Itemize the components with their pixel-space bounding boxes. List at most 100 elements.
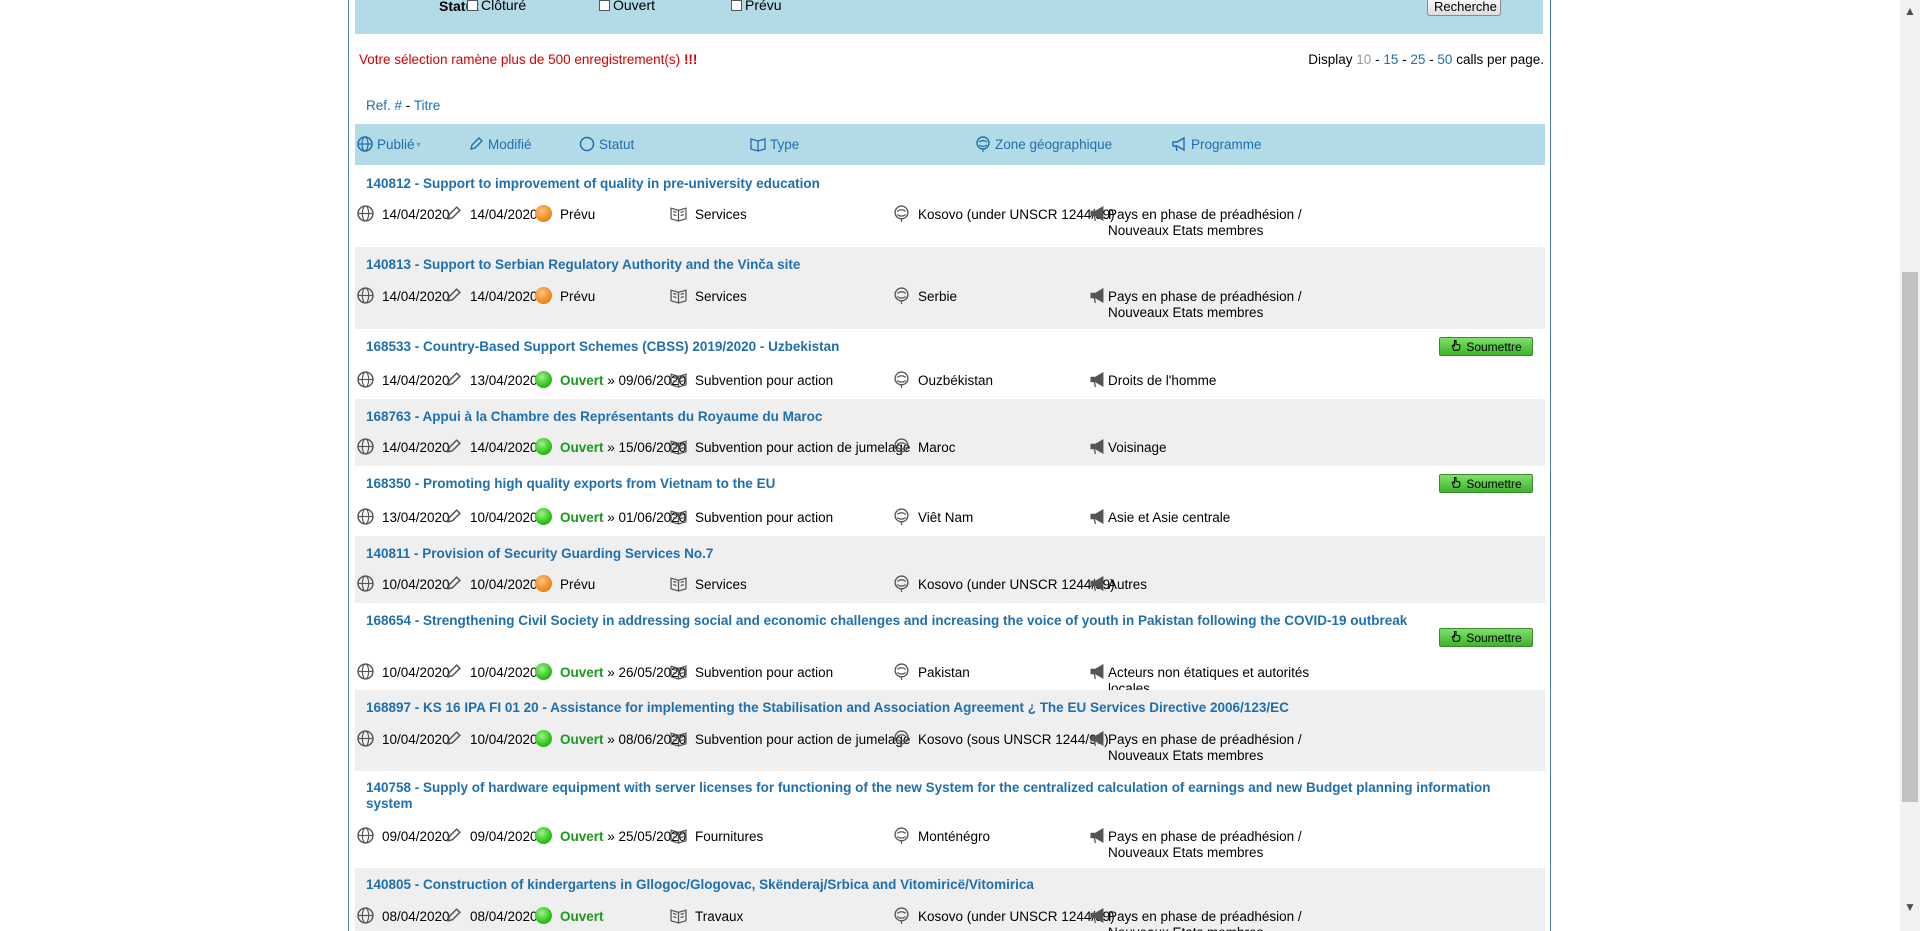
modified-date: 14/04/2020: [470, 207, 538, 222]
column-modified[interactable]: Modifié: [468, 136, 532, 152]
sort-separator: -: [405, 98, 411, 113]
zone-cell: Serbie: [893, 287, 958, 308]
globe-icon: [357, 438, 374, 459]
submit-button[interactable]: Soumettre: [1439, 474, 1533, 493]
submit-button[interactable]: Soumettre: [1439, 628, 1533, 647]
call-title-link[interactable]: 140758 - Supply of hardware equipment wi…: [366, 780, 1536, 812]
published-cell: 14/04/2020: [357, 287, 450, 308]
checkbox-box[interactable]: [599, 0, 610, 11]
status-cell: Ouvert: [535, 907, 604, 925]
call-title-link[interactable]: 168763 - Appui à la Chambre des Représen…: [366, 409, 1536, 425]
status-open-icon: [535, 371, 552, 388]
brain-globe-icon: [893, 907, 910, 928]
status-open-icon: [535, 663, 552, 680]
type-text: Subvention pour action de jumelage: [695, 732, 911, 747]
submit-button[interactable]: Soumettre: [1439, 337, 1533, 356]
book-icon: [670, 438, 687, 459]
status-cell: Prévu: [535, 575, 596, 593]
call-title-link[interactable]: 140811 - Provision of Security Guarding …: [366, 546, 1536, 562]
published-date: 14/04/2020: [382, 440, 450, 455]
vertical-scrollbar[interactable]: ▲ ▼: [1900, 0, 1920, 931]
megaphone-icon: [1089, 508, 1106, 529]
globe-icon: [357, 907, 374, 928]
published-cell: 14/04/2020: [357, 205, 450, 226]
modified-cell: 10/04/2020: [445, 508, 538, 529]
status-text: Prévu: [560, 577, 596, 592]
page-size-option[interactable]: 50: [1437, 52, 1452, 67]
sort-by-ref[interactable]: Ref. #: [366, 98, 402, 113]
programme-text: Pays en phase de préadhésion / Nouveaux …: [1108, 829, 1302, 860]
scroll-up-icon[interactable]: ▲: [1904, 4, 1916, 18]
type-text: Travaux: [695, 909, 744, 924]
published-date: 14/04/2020: [382, 289, 450, 304]
result-limit-warning: Votre sélection ramène plus de 500 enreg…: [359, 52, 697, 67]
page-size-option[interactable]: 15: [1383, 52, 1398, 67]
type-text: Subvention pour action: [695, 510, 834, 525]
page-size-option[interactable]: 25: [1410, 52, 1425, 67]
search-button[interactable]: Recherche: [1427, 0, 1501, 16]
pencil-icon: [445, 663, 462, 684]
modified-cell: 14/04/2020: [445, 206, 538, 226]
status-text: Prévu: [560, 289, 596, 304]
column-published[interactable]: Publié ▾: [357, 136, 421, 152]
modified-cell: 10/04/2020: [445, 731, 538, 751]
call-title-link[interactable]: 168533 - Country-Based Support Schemes (…: [366, 339, 1536, 355]
column-status[interactable]: Statut: [579, 136, 634, 152]
call-title-link[interactable]: 140813 - Support to Serbian Regulatory A…: [366, 257, 1536, 273]
book-icon: [670, 907, 687, 928]
checkbox-cloture-label: Clôturé: [481, 0, 527, 13]
zone-cell: Viêt Nam: [893, 508, 973, 529]
sort-options: Ref. # - Titre: [366, 98, 440, 113]
zone-text: Kosovo (under UNSCR 1244/99): [918, 577, 1115, 592]
status-text: Ouvert: [560, 909, 604, 924]
scrollbar-thumb[interactable]: [1902, 272, 1918, 802]
column-programme[interactable]: Programme: [1171, 136, 1262, 152]
call-title-link[interactable]: 140805 - Construction of kindergartens i…: [366, 877, 1536, 893]
status-cell: Ouvert » 09/06/2020: [535, 371, 686, 389]
column-type[interactable]: Type: [750, 136, 799, 152]
pencil-icon: [445, 907, 462, 928]
programme-text: Pays en phase de préadhésion / Nouveaux …: [1108, 732, 1302, 763]
column-zone-label: Zone géographique: [995, 136, 1113, 152]
checkbox-prevu[interactable]: Prévu: [731, 0, 782, 13]
programme-cell: Autres: [1089, 575, 1339, 596]
zone-cell: Kosovo (under UNSCR 1244/99): [893, 205, 1115, 226]
column-status-label: Statut: [599, 136, 635, 152]
type-cell: Subvention pour action: [670, 665, 833, 684]
zone-text: Serbie: [918, 289, 958, 304]
pencil-icon: [445, 508, 462, 529]
type-text: Subvention pour action de jumelage: [695, 440, 911, 455]
hand-pointer-icon: [1450, 339, 1466, 354]
status-planned-icon: [535, 575, 552, 592]
call-title-link[interactable]: 168350 - Promoting high quality exports …: [366, 476, 1536, 492]
zone-cell: Kosovo (sous UNSCR 1244/99): [893, 730, 1109, 751]
status-open-icon: [535, 508, 552, 525]
type-cell: Travaux: [670, 909, 743, 928]
modified-date: 10/04/2020: [470, 665, 538, 680]
zone-text: Monténégro: [918, 829, 991, 844]
column-zone[interactable]: Zone géographique: [975, 136, 1112, 152]
type-cell: Services: [670, 207, 747, 226]
checkbox-cloture[interactable]: Clôturé: [467, 0, 526, 13]
programme-text: Pays en phase de préadhésion / Nouveaux …: [1108, 207, 1302, 238]
call-title-link[interactable]: 168654 - Strengthening Civil Society in …: [366, 613, 1536, 629]
globe-icon: [357, 575, 374, 596]
status-cell: Prévu: [535, 205, 595, 223]
call-title-link[interactable]: 168897 - KS 16 IPA FI 01 20 - Assistance…: [366, 700, 1536, 716]
status-open-icon: [535, 907, 552, 924]
type-text: Subvention pour action: [695, 373, 834, 388]
modified-date: 10/04/2020: [470, 510, 538, 525]
checkbox-box[interactable]: [731, 0, 742, 11]
megaphone-icon: [1089, 575, 1106, 596]
status-open-icon: [535, 438, 552, 455]
sort-by-title[interactable]: Titre: [414, 98, 441, 113]
status-open-icon: [535, 730, 552, 747]
call-title-link[interactable]: 140812 - Support to improvement of quali…: [366, 176, 1536, 192]
checkbox-ouvert[interactable]: Ouvert: [599, 0, 655, 13]
scroll-down-icon[interactable]: ▼: [1904, 900, 1916, 914]
megaphone-icon: [1172, 136, 1185, 152]
published-cell: 10/04/2020: [357, 730, 450, 751]
status-text: Ouvert: [560, 732, 604, 747]
globe-icon: [357, 371, 374, 392]
checkbox-box[interactable]: [467, 0, 478, 11]
